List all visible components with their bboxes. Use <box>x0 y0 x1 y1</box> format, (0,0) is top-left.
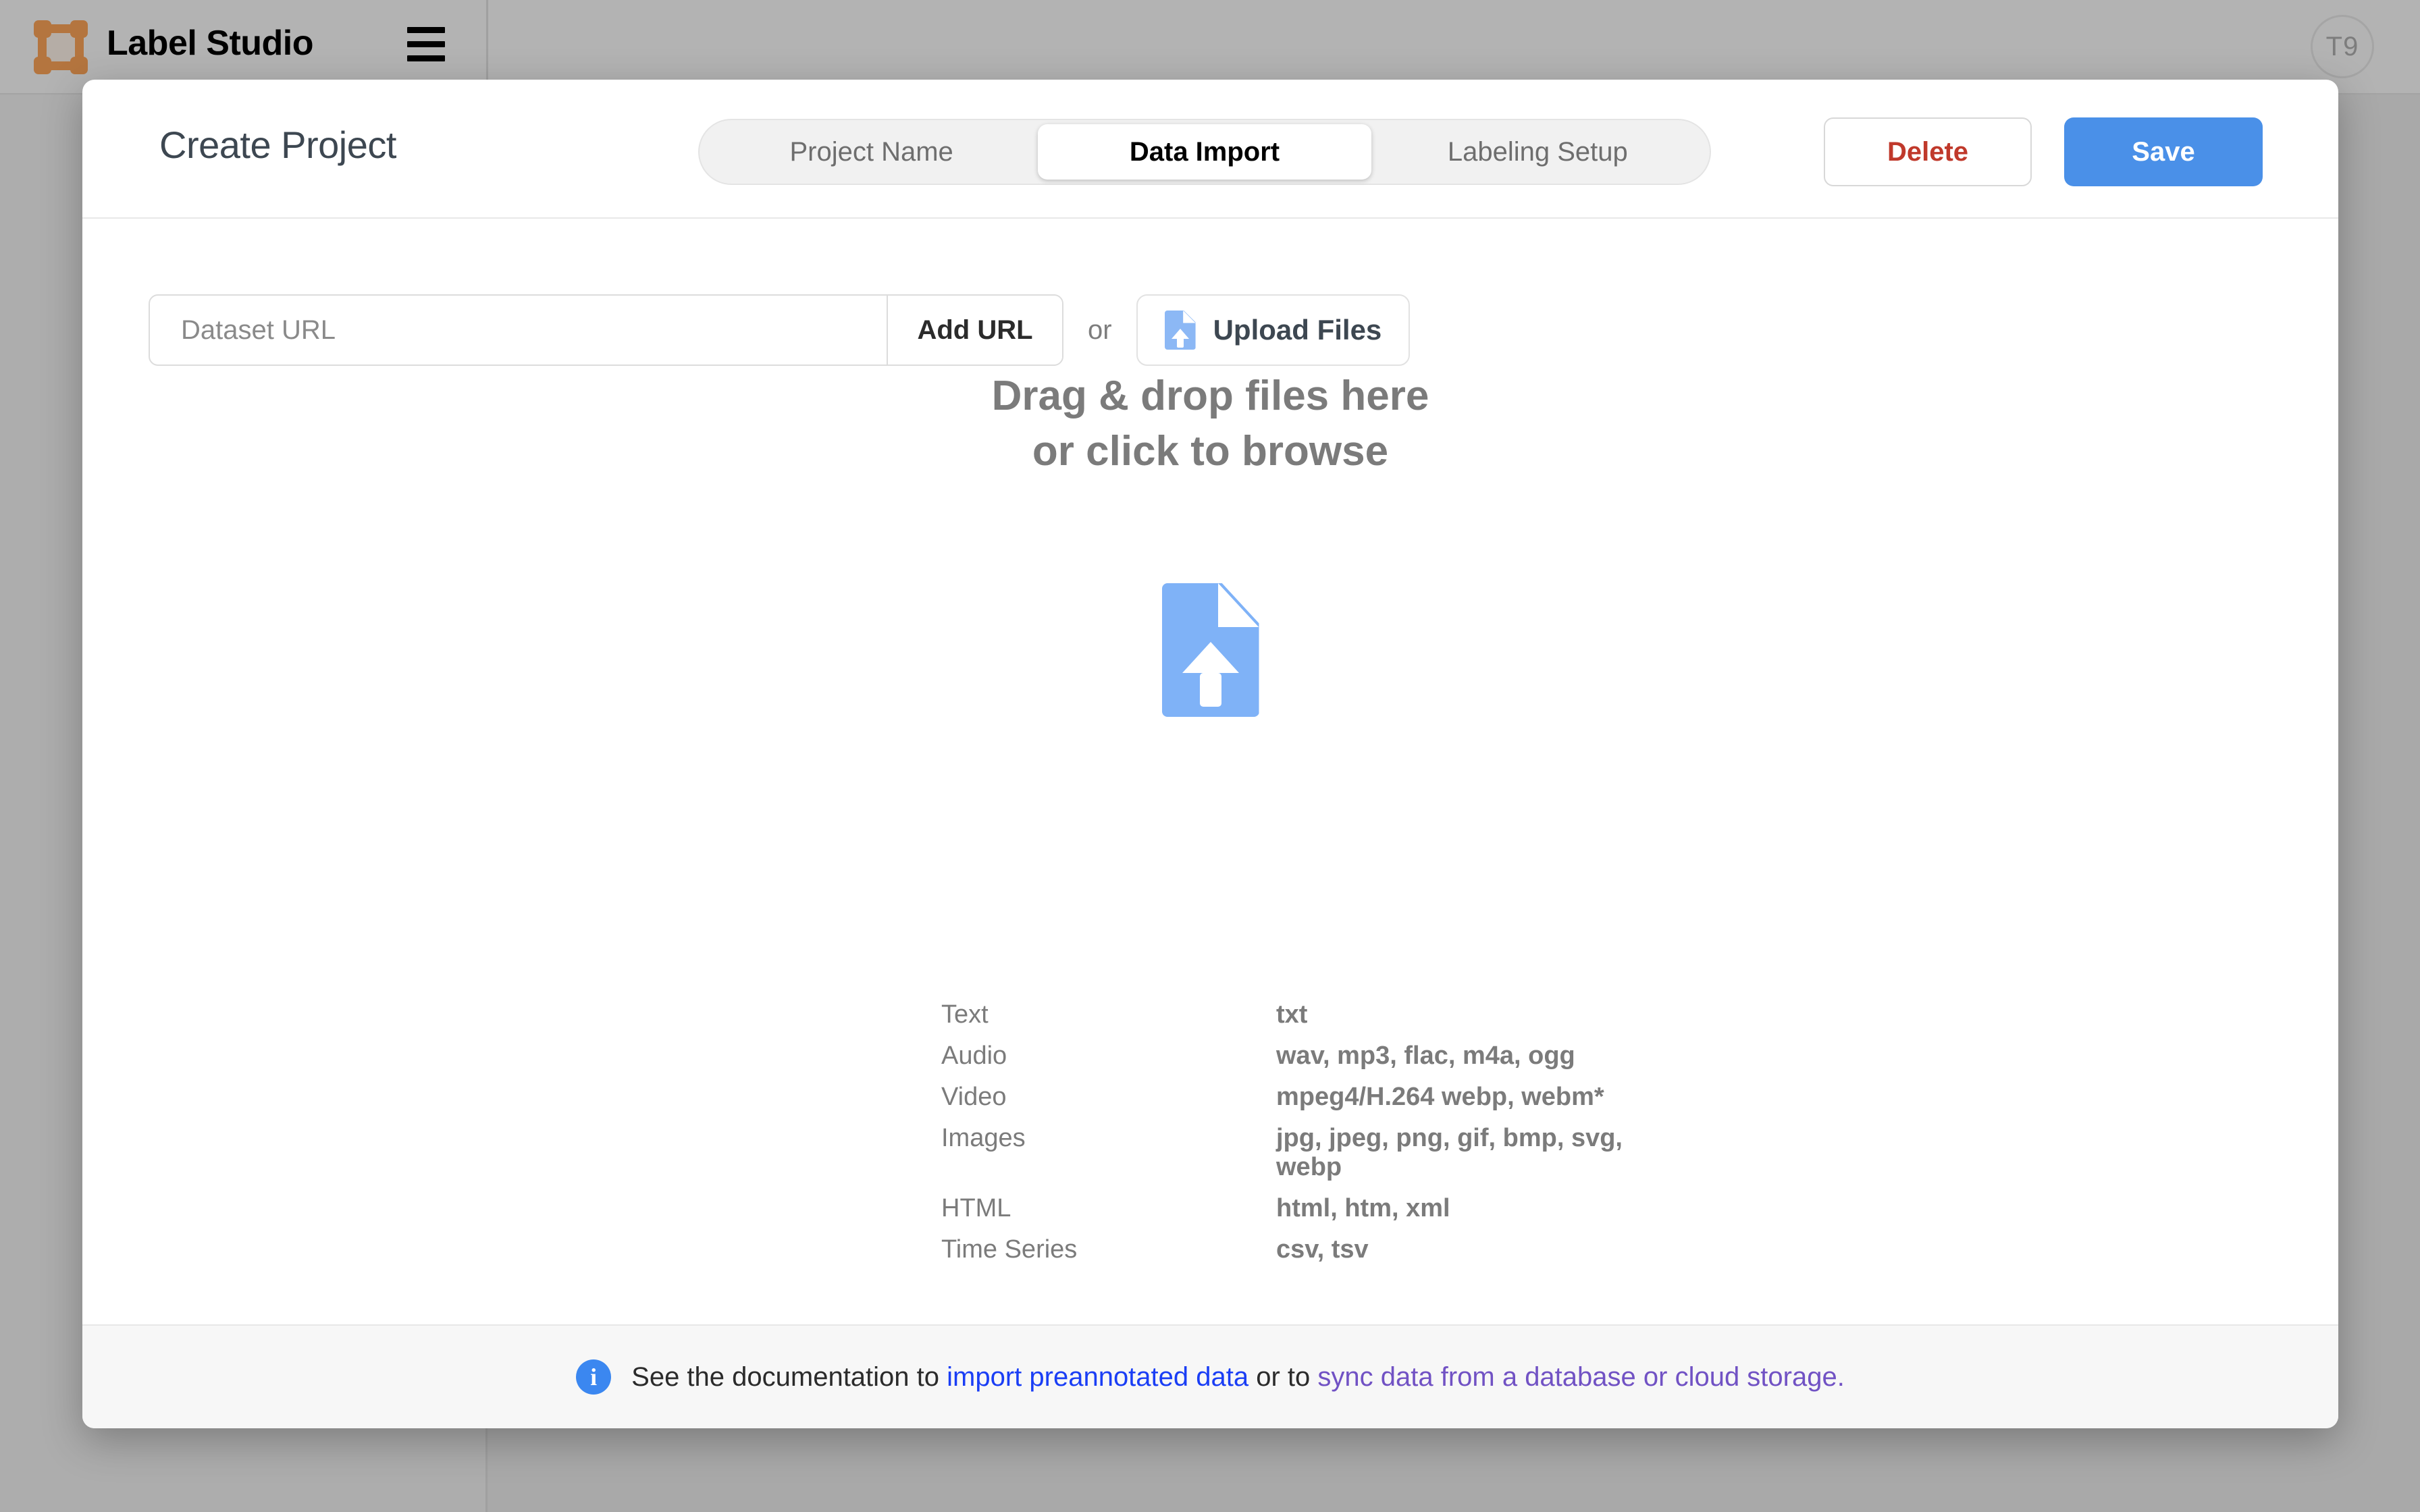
format-label: Video <box>941 1083 1007 1111</box>
modal-tabs: Project Name Data Import Labeling Setup <box>698 119 1711 185</box>
table-row: Audio wav, mp3, flac, m4a, ogg <box>941 1042 1684 1071</box>
format-label: Images <box>941 1124 1026 1152</box>
format-value: wav, mp3, flac, m4a, ogg <box>1276 1042 1575 1070</box>
format-value: html, htm, xml <box>1276 1194 1450 1222</box>
hamburger-menu-icon[interactable] <box>407 27 445 68</box>
format-label: Audio <box>941 1042 1007 1070</box>
dropzone-instructions: Drag & drop files here or click to brows… <box>82 369 2338 479</box>
sync-data-link[interactable]: sync data from a database or cloud stora… <box>1317 1362 1844 1392</box>
file-upload-icon <box>1164 310 1196 350</box>
format-label: HTML <box>941 1194 1011 1222</box>
add-url-button[interactable]: Add URL <box>887 296 1062 364</box>
dataset-url-input[interactable] <box>150 296 887 364</box>
dropzone-line-1: Drag & drop files here <box>991 373 1429 419</box>
info-icon: i <box>576 1359 612 1395</box>
page-title: Create Project <box>159 124 396 166</box>
table-row: Text txt <box>941 1000 1684 1029</box>
import-preannotated-data-link[interactable]: import preannotated data <box>947 1362 1248 1392</box>
footer-text-prefix: See the documentation to <box>631 1361 947 1392</box>
avatar[interactable]: T9 <box>2311 15 2374 78</box>
create-project-modal: Create Project Project Name Data Import … <box>82 80 2338 1428</box>
format-value: csv, tsv <box>1276 1235 1369 1264</box>
or-label: or <box>1088 315 1112 345</box>
table-row: HTML html, htm, xml <box>941 1194 1684 1223</box>
upload-files-button[interactable]: Upload Files <box>1136 294 1411 366</box>
format-value: txt <box>1276 1000 1308 1029</box>
table-row: Video mpeg4/H.264 webp, webm* <box>941 1083 1684 1112</box>
dataset-url-row: Add URL or Upload Files <box>149 294 1411 366</box>
format-value: jpg, jpeg, png, gif, bmp, svg, webp <box>1276 1124 1623 1181</box>
format-value: mpeg4/H.264 webp, webm* <box>1276 1083 1604 1111</box>
dropzone-line-2: or click to browse <box>1032 427 1389 475</box>
footer-documentation-text: See the documentation to import preannot… <box>631 1362 1845 1393</box>
save-button[interactable]: Save <box>2064 117 2263 186</box>
table-row: Time Series csv, tsv <box>941 1235 1684 1264</box>
supported-formats-table: Text txt Audio wav, mp3, flac, m4a, ogg … <box>941 1000 1684 1324</box>
tab-data-import[interactable]: Data Import <box>1038 124 1371 180</box>
format-label: Time Series <box>941 1235 1078 1264</box>
dataset-url-group: Add URL <box>149 294 1063 366</box>
modal-footer: i See the documentation to import preann… <box>82 1324 2338 1428</box>
upload-files-label: Upload Files <box>1213 314 1382 346</box>
footer-text-middle: or to <box>1248 1361 1318 1392</box>
modal-header-actions: Delete Save <box>1824 117 2263 186</box>
file-upload-icon <box>1161 583 1259 717</box>
brand-title: Label Studio <box>107 24 314 63</box>
tab-labeling-setup[interactable]: Labeling Setup <box>1371 124 1704 180</box>
tab-project-name[interactable]: Project Name <box>705 124 1038 180</box>
delete-button[interactable]: Delete <box>1824 117 2032 186</box>
format-label: Text <box>941 1000 989 1029</box>
modal-header: Create Project Project Name Data Import … <box>82 80 2338 219</box>
bounding-box-logo-icon <box>32 19 89 76</box>
table-row: Images jpg, jpeg, png, gif, bmp, svg, we… <box>941 1124 1684 1182</box>
data-import-panel[interactable]: Add URL or Upload Files Drag & drop file… <box>82 219 2338 1324</box>
